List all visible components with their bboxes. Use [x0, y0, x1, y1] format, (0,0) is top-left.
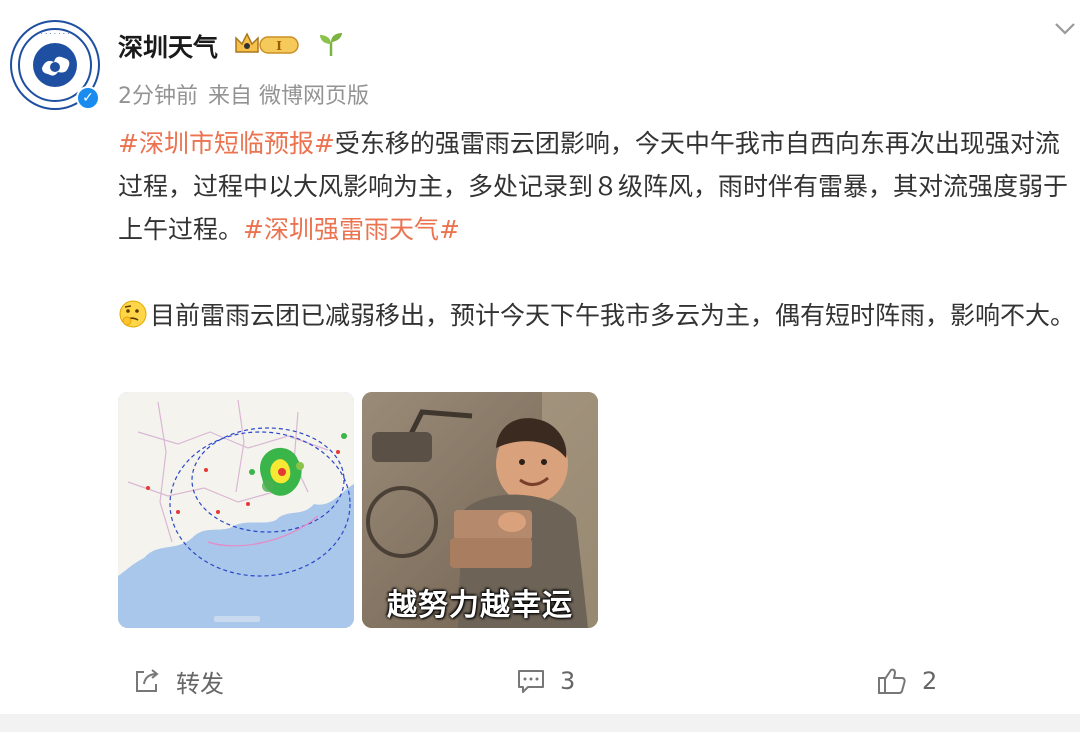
- thinking-emoji-icon: [119, 300, 147, 328]
- chevron-down-icon[interactable]: [1054, 22, 1076, 36]
- paragraph-1: #深圳市短临预报#受东移的强雷雨云团影响，今天中午我市自西向东再次出现强对流过程…: [118, 122, 1080, 251]
- paragraph-2: 目前雷雨云团已减弱移出，预计今天下午我市多云为主，偶有短时阵雨，影响不大。: [118, 294, 1080, 337]
- post-meta: 2分钟前 来自 微博网页版: [118, 78, 379, 110]
- post-content: #深圳市短临预报#受东移的强雷雨云团影响，今天中午我市自西向东再次出现强对流过程…: [118, 122, 1080, 337]
- username[interactable]: 深圳天气: [118, 28, 218, 64]
- hashtag-link[interactable]: #深圳强雷雨天气#: [243, 215, 460, 244]
- share-icon: [136, 669, 159, 692]
- meme-caption: 越努力越幸运: [387, 588, 573, 623]
- radar-map-graphic: [118, 392, 354, 628]
- feed-divider: [0, 714, 1080, 732]
- comment-icon: [518, 670, 544, 693]
- post-time[interactable]: 2分钟前: [118, 84, 198, 109]
- comment-count: 3: [560, 667, 576, 695]
- thumbs-up-icon: [878, 668, 906, 694]
- like-count: 2: [922, 667, 938, 695]
- comment-button[interactable]: 3: [516, 664, 575, 698]
- meme-image[interactable]: 越努力越幸运: [362, 392, 598, 628]
- paragraph-text: 目前雷雨云团已减弱移出，预计今天下午我市多云为主，偶有短时阵雨，影响不大。: [150, 301, 1076, 330]
- svg-text:· · · · · · ·: · · · · · · ·: [41, 30, 70, 38]
- sprout-icon[interactable]: [316, 30, 346, 58]
- post-source: 来自 微博网页版: [208, 84, 369, 109]
- vip-level-badge-icon[interactable]: I: [232, 30, 302, 58]
- like-button[interactable]: 2: [876, 664, 937, 698]
- repost-button[interactable]: 转发: [132, 664, 224, 698]
- weibo-post-card: · · · · · · · ✓ 深圳天气 I 2分钟前 来自 微博网页版 #深圳市…: [0, 0, 1080, 714]
- svg-text:I: I: [276, 39, 282, 53]
- verified-badge-icon: ✓: [76, 86, 100, 110]
- hashtag-link[interactable]: #深圳市短临预报#: [118, 129, 335, 158]
- repost-label: 转发: [176, 669, 224, 698]
- radar-map-image[interactable]: [118, 392, 354, 628]
